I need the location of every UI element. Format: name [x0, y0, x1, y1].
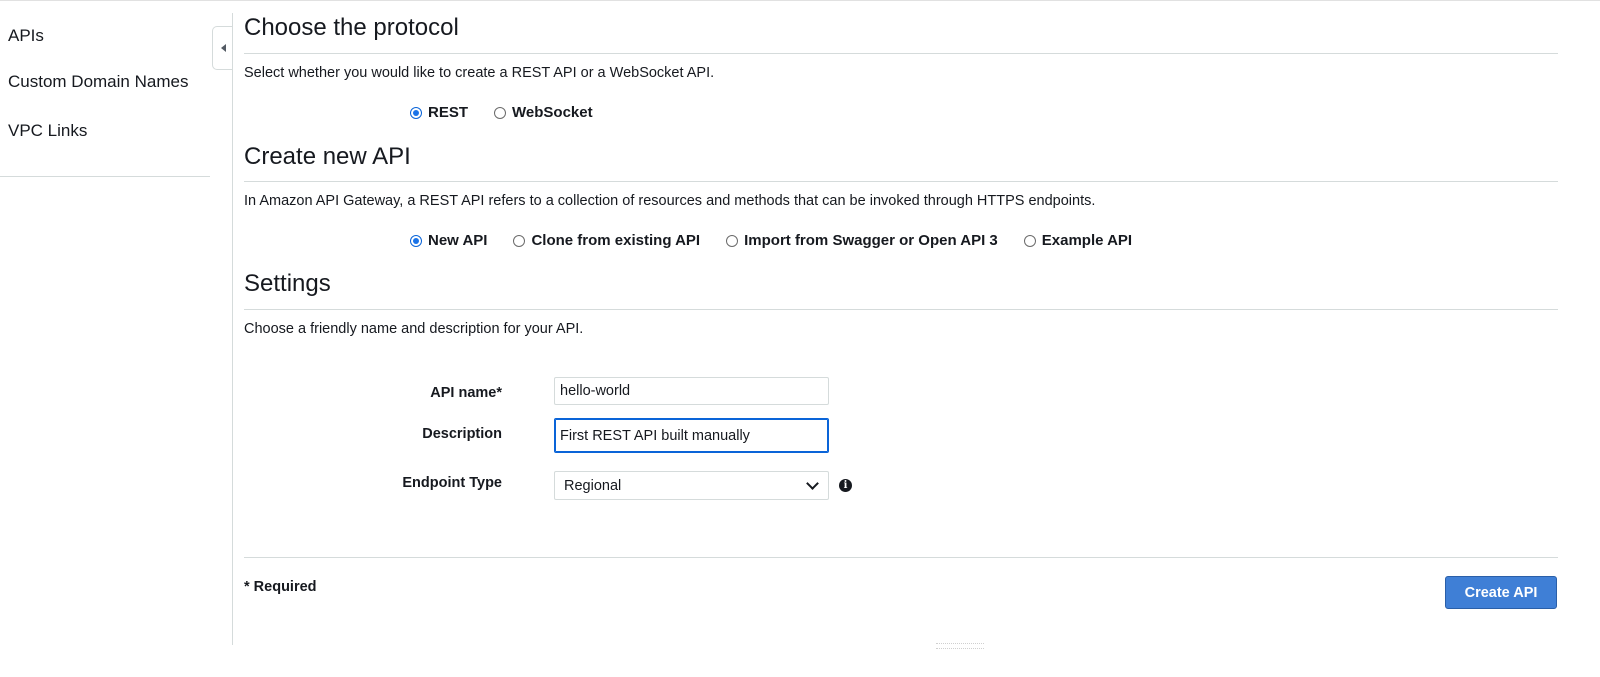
radio-new-api-circle[interactable]	[410, 234, 422, 247]
chevron-down-icon	[806, 477, 819, 490]
radio-example-api-label: Example API	[1041, 232, 1133, 249]
endpoint-type-label: Endpoint Type	[402, 475, 502, 491]
endpoint-type-select[interactable]: Regional	[554, 471, 829, 500]
radio-clone-api[interactable]: Clone from existing API	[513, 232, 700, 249]
radio-import-swagger-circle[interactable]	[726, 234, 739, 247]
radio-rest-label: REST	[428, 104, 469, 121]
radio-websocket[interactable]: WebSocket	[494, 104, 593, 121]
radio-rest-circle[interactable]	[410, 106, 422, 119]
sidebar-item-apis[interactable]: APIs	[8, 26, 44, 46]
settings-description: Choose a friendly name and description f…	[244, 321, 584, 337]
description-label: Description	[422, 426, 502, 442]
radio-websocket-label: WebSocket	[512, 104, 593, 121]
radio-example-api-circle[interactable]	[1023, 234, 1036, 247]
endpoint-type-value: Regional	[564, 477, 622, 494]
radio-clone-api-label: Clone from existing API	[531, 232, 701, 249]
radio-example-api[interactable]: Example API	[1023, 232, 1133, 249]
sidebar-collapse-toggle[interactable]	[212, 26, 233, 70]
sidebar-item-custom-domain-names[interactable]: Custom Domain Names	[8, 72, 188, 92]
sidebar: APIs Custom Domain Names VPC Links	[0, 1, 210, 177]
protocol-section-rule	[244, 53, 1558, 54]
api-name-input[interactable]	[554, 377, 829, 405]
protocol-description: Select whether you would like to create …	[244, 65, 715, 81]
protocol-radio-group: REST WebSocket	[410, 104, 619, 121]
radio-websocket-circle[interactable]	[494, 106, 507, 119]
description-input[interactable]	[554, 418, 829, 453]
create-api-section-title: Create new API	[244, 143, 411, 170]
api-name-label: API name*	[430, 385, 502, 401]
create-api-button[interactable]: Create API	[1445, 576, 1557, 609]
settings-section-title: Settings	[244, 270, 331, 297]
create-api-description: In Amazon API Gateway, a REST API refers…	[244, 193, 1096, 209]
radio-import-swagger-label: Import from Swagger or Open API 3	[744, 232, 998, 249]
settings-section-rule	[244, 309, 1558, 310]
create-api-section-rule	[244, 181, 1558, 182]
radio-import-swagger[interactable]: Import from Swagger or Open API 3	[726, 232, 998, 249]
protocol-section-title: Choose the protocol	[244, 14, 459, 41]
sidebar-item-vpc-links[interactable]: VPC Links	[8, 121, 87, 141]
radio-clone-api-circle[interactable]	[513, 234, 526, 247]
radio-new-api[interactable]: New API	[410, 232, 487, 249]
collapse-left-icon	[220, 44, 226, 52]
required-note: * Required	[244, 579, 317, 595]
info-icon[interactable]: i	[839, 479, 852, 492]
footer-resize-handle	[936, 643, 984, 649]
create-api-radio-group: New API Clone from existing API Import f…	[410, 232, 1158, 249]
radio-rest[interactable]: REST	[410, 104, 468, 121]
sidebar-divider	[232, 13, 233, 645]
radio-new-api-label: New API	[428, 232, 488, 249]
footer-rule	[244, 557, 1558, 558]
